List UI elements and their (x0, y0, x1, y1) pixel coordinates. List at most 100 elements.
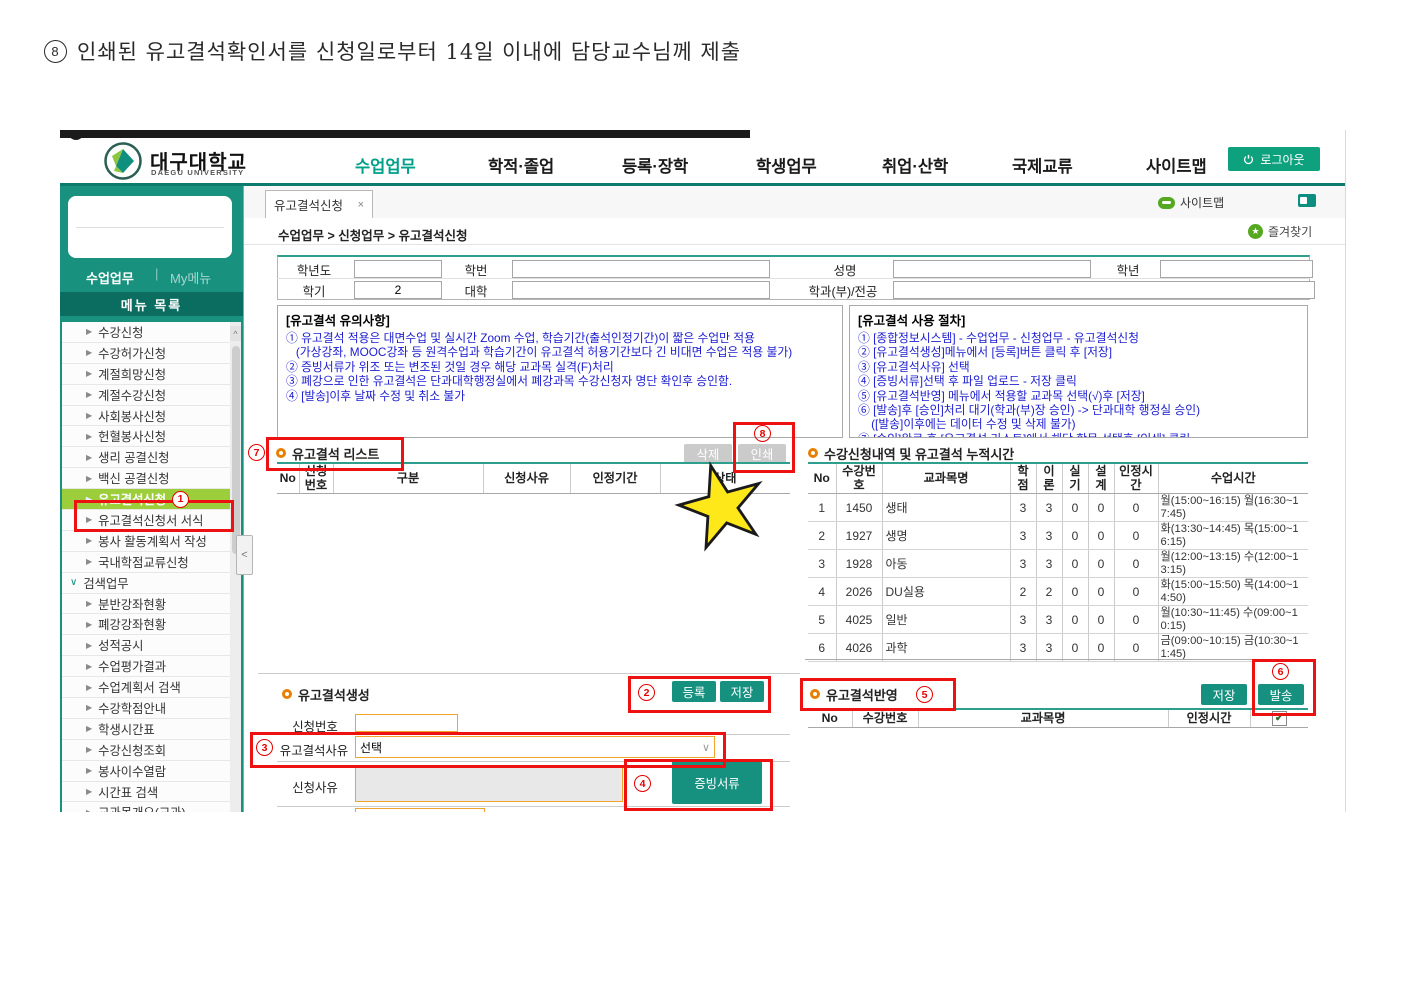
grade-label: 학년 (1102, 261, 1154, 279)
section-bullet-icon (810, 689, 820, 699)
table-row: 64026과학33000금(09:00~10:15) 금(10:30~11:45… (808, 634, 1308, 662)
sidebar-item[interactable]: ▶백신 공결신청 (62, 468, 230, 489)
sidebar-item[interactable]: ▶시간표 검색 (62, 782, 230, 803)
sitemap-link[interactable]: 사이트맵 (1158, 194, 1224, 211)
year-label: 학년도 (282, 261, 346, 279)
nav-student-affairs[interactable]: 학생업무 (756, 153, 817, 177)
sidebar-item[interactable]: ▶봉사 활동계획서 작성 (62, 531, 230, 552)
arrow-icon: ▶ (86, 808, 92, 812)
period-label: 인정기간 (282, 809, 348, 812)
browser-strip-dot (68, 130, 84, 140)
sidebar-item[interactable]: ▶성적공시 (62, 635, 230, 656)
sidebar-scroll-thumb[interactable] (232, 346, 240, 554)
favorite-star-icon: ★ (1248, 224, 1263, 239)
sidebar-item[interactable]: ▶학생시간표 (62, 719, 230, 740)
arrow-icon: ▶ (86, 515, 92, 524)
reason-textarea[interactable] (355, 765, 623, 802)
apply-save-button[interactable]: 저장 (1201, 684, 1247, 705)
attachment-button[interactable]: 증빙서류 (672, 761, 762, 804)
sidebar-border (243, 186, 244, 812)
sidebar-item[interactable]: ▶헌혈봉사신청 (62, 426, 230, 447)
table-row: 54025일반33000월(10:30~11:45) 수(09:00~10:15… (808, 606, 1308, 634)
sidebar-item[interactable]: ▶국내학점교류신청 (62, 552, 230, 573)
semester-input[interactable] (354, 281, 442, 299)
nav-registration[interactable]: 등록·장학 (622, 153, 688, 177)
nav-international[interactable]: 국제교류 (1012, 153, 1073, 177)
arrow-icon: ▶ (86, 766, 92, 775)
sidebar-item[interactable]: ▶폐강강좌현황 (62, 614, 230, 635)
scroll-up-icon[interactable]: ^ (230, 326, 241, 341)
arrow-icon: ▶ (86, 683, 92, 692)
window-icon[interactable] (1298, 194, 1316, 207)
logout-button[interactable]: 로그아웃 (1228, 147, 1320, 171)
sidebar-item[interactable]: ▶수강허가신청 (62, 343, 230, 364)
nav-records[interactable]: 학적·졸업 (488, 153, 554, 177)
nav-classwork[interactable]: 수업업무 (355, 153, 416, 177)
sidebar-item[interactable]: ▶계절희망신청 (62, 364, 230, 385)
sidebar-item[interactable]: ▶유고결석신청서 서식 (62, 510, 230, 531)
notice-line: ⑤ [유고결석반영] 메뉴에서 적용할 교과목 선택(√)후 [저장] (858, 389, 1299, 403)
sidebar-item[interactable]: ▶수강신청 (62, 322, 230, 343)
sidebar-item[interactable]: ▶생리 공결신청 (62, 447, 230, 468)
reason-type-label: 유고결석사유 (275, 741, 353, 759)
student-id-input[interactable] (512, 260, 770, 278)
grade-input[interactable] (1160, 260, 1313, 278)
sidebar-item[interactable]: ▶봉사이수열람 (62, 761, 230, 782)
request-no-input[interactable] (355, 714, 458, 732)
absence-list-title: 유고결석 리스트 (292, 444, 379, 463)
page: 8 인쇄된 유고결석확인서를 신청일로부터 14일 이내에 담당교수님께 제출 … (0, 0, 1403, 992)
breadcrumb: 수업업무 > 신청업무 > 유고결석신청 (278, 225, 468, 244)
notice-line: ② 증빙서류가 위조 또는 변조된 것일 경우 해당 교과목 실격(F)처리 (286, 360, 834, 374)
application-window: 대구대학교 DAEGU UNIVERSITY 수업업무 학적·졸업 등록·장학 … (60, 130, 1346, 812)
arrow-icon: ▶ (86, 411, 92, 420)
college-input[interactable] (512, 281, 770, 299)
annotation-3: 3 (256, 739, 273, 756)
close-icon[interactable]: × (358, 199, 364, 211)
name-input[interactable] (893, 260, 1091, 278)
favorite-link[interactable]: ★ 즐겨찾기 (1248, 223, 1312, 240)
col-category: 구분 (333, 464, 483, 494)
nav-career[interactable]: 취업·산학 (882, 153, 948, 177)
sidebar-item-absence-request[interactable]: ▶ 유고결석신청 1 (62, 489, 230, 510)
sidebar-menu-list: ▶수강신청 ▶수강허가신청 ▶계절희망신청 ▶계절수강신청 ▶사회봉사신청 ▶헌… (62, 322, 230, 812)
divider (277, 806, 790, 807)
notice-line: ⑦ [승인]완료 후 [유고결석 리스트]에서 해당 항목 선택후 [인쇄] 클… (858, 432, 1299, 438)
sidebar-collapse-handle[interactable]: < (236, 535, 253, 575)
sidebar-item[interactable]: ▶계절수강신청 (62, 385, 230, 406)
period-start-input[interactable] (355, 808, 485, 812)
col-period: 인정기간 (570, 464, 660, 494)
sidebar-item[interactable]: ▶수강신청조회 (62, 740, 230, 761)
arrow-icon: ▶ (86, 495, 92, 504)
arrow-icon: ▶ (86, 369, 92, 378)
save-button[interactable]: 저장 (720, 681, 764, 702)
arrow-icon: ▶ (86, 724, 92, 733)
courses-title: 수강신청내역 및 유고결석 누적시간 (824, 444, 1014, 463)
reason-type-select[interactable]: 선택 ∨ (355, 736, 715, 758)
sidebar-item[interactable]: ▶수강학점안내 (62, 698, 230, 719)
table-row: 11450생태33000월(15:00~16:15) 월(16:30~17:45… (808, 494, 1308, 522)
sidebar-item[interactable]: ▶사회봉사신청 (62, 406, 230, 427)
sidebar-item[interactable]: ▶수업평가결과 (62, 656, 230, 677)
sidebar-group-search[interactable]: ∨검색업무 (62, 573, 230, 594)
instruction-step-badge: 8 (44, 40, 67, 63)
arrow-icon: ▶ (86, 474, 92, 483)
year-input[interactable] (354, 260, 442, 278)
sidebar-tab-divider: | (155, 266, 158, 281)
major-input[interactable] (893, 281, 1315, 299)
nav-sitemap[interactable]: 사이트맵 (1146, 153, 1207, 177)
annotation-4: 4 (634, 775, 651, 792)
register-button[interactable]: 등록 (672, 681, 716, 702)
notice-procedure: [유고결석 사용 절차] ① [종합정보시스템] - 수업업무 - 신청업무 -… (849, 305, 1308, 438)
notice-line: ① 유고결석 적용은 대면수업 및 실시간 Zoom 수업, 학습기간(출석인정… (286, 331, 834, 345)
sidebar-tab-mymenu[interactable]: My메뉴 (170, 268, 211, 287)
sidebar-tab-classwork[interactable]: 수업업무 (86, 268, 134, 287)
sidebar-item[interactable]: ▶분반강좌현황 (62, 594, 230, 615)
sidebar-item[interactable]: ▶수업계획서 검색 (62, 677, 230, 698)
notice-line: ④ [증빙서류]선택 후 파일 업로드 - 저장 클릭 (858, 374, 1299, 388)
browser-strip (60, 130, 750, 138)
sidebar-item[interactable]: ▶교과목개요(교과) (62, 802, 230, 812)
tab-absence-request[interactable]: 유고결석신청 × (265, 190, 373, 218)
select-all-checkbox[interactable]: ✔ (1272, 711, 1287, 726)
send-button[interactable]: 발송 (1258, 684, 1304, 705)
annotation-8: 8 (754, 425, 771, 442)
